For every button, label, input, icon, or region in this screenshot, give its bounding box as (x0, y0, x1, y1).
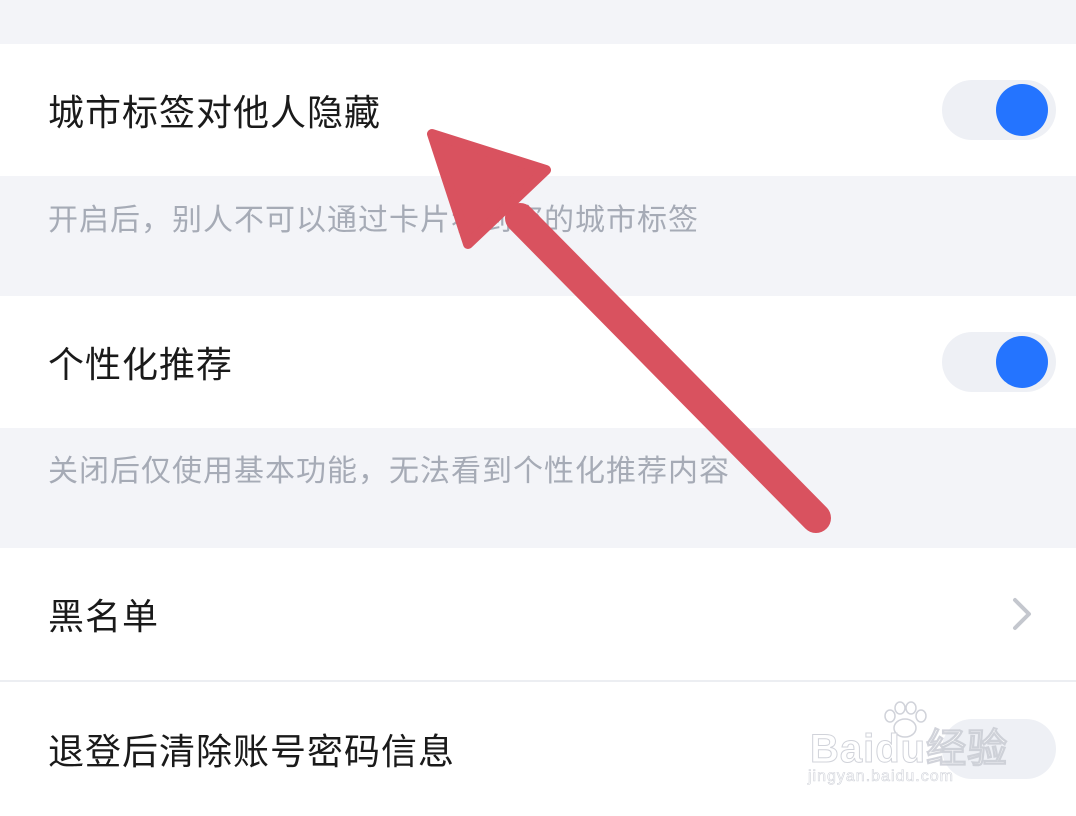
baidu-watermark: Baidu经验 jingyan.baidu.com (808, 700, 1018, 786)
setting-row-city-tag-hidden[interactable]: 城市标签对他人隐藏 (0, 44, 1076, 176)
setting-label-clear-credentials: 退登后清除账号密码信息 (48, 732, 456, 773)
setting-label-personalized-recommendation: 个性化推荐 (48, 345, 234, 386)
privacy-settings-screen: 城市标签对他人隐藏 开启后，别人不可以通过卡片看到您的城市标签 个性化推荐 关闭… (0, 0, 1076, 816)
personalized-recommendation-hint: 关闭后仅使用基本功能，无法看到个性化推荐内容 (48, 454, 730, 489)
chevron-right-icon (1002, 594, 1042, 634)
setting-row-personalized-recommendation[interactable]: 个性化推荐 (0, 296, 1076, 428)
toggle-knob (996, 336, 1048, 388)
city-tag-hint: 开启后，别人不可以通过卡片看到您的城市标签 (48, 203, 699, 238)
setting-label-city-tag-hidden: 城市标签对他人隐藏 (48, 93, 382, 134)
personalized-recommendation-toggle[interactable] (942, 332, 1056, 392)
watermark-brand: Baidu经验 (809, 727, 1009, 772)
watermark-url: jingyan.baidu.com (808, 768, 954, 786)
setting-label-blacklist: 黑名单 (48, 597, 160, 638)
setting-row-blacklist[interactable]: 黑名单 (0, 548, 1076, 680)
toggle-knob (996, 84, 1048, 136)
city-tag-hidden-toggle[interactable] (942, 80, 1056, 140)
